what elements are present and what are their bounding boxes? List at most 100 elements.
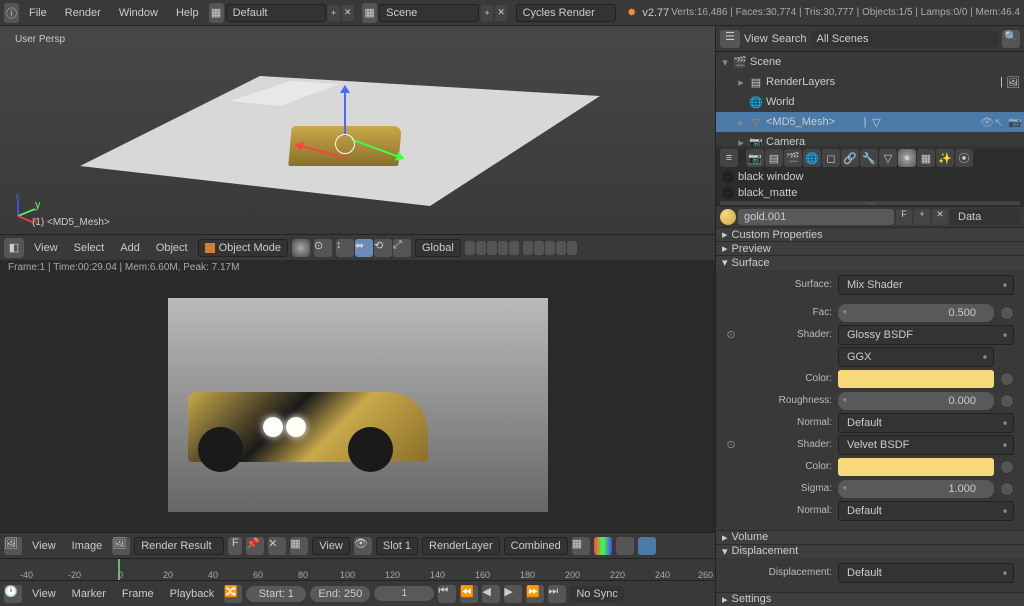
color-node-button[interactable]	[1000, 372, 1014, 386]
material-slot[interactable]: black window	[720, 169, 1020, 185]
sigma-slider[interactable]: 1.000	[838, 480, 994, 498]
view3d-menu-object[interactable]: Object	[150, 242, 194, 254]
outliner-menu-search[interactable]: Search	[772, 33, 807, 45]
view3d-menu-select[interactable]: Select	[68, 242, 111, 254]
list-grip[interactable]	[720, 201, 1020, 205]
shader1-distribution-dropdown[interactable]: GGX	[838, 347, 994, 367]
tree-row-renderlayers[interactable]: ▸▤RenderLayers|🖼	[716, 72, 1024, 92]
shader1-normal-dropdown[interactable]: Default	[838, 413, 1014, 433]
material-unlink-button[interactable]: ✕	[932, 209, 948, 225]
panel-displacement[interactable]: ▾Displacement	[716, 544, 1024, 558]
tab-render[interactable]: 📷	[746, 149, 764, 167]
pass-dropdown[interactable]: Combined	[504, 537, 568, 555]
shader2-color-swatch[interactable]	[838, 458, 994, 476]
keyframe-prev-button[interactable]: ⏪	[460, 585, 478, 603]
menu-help[interactable]: Help	[168, 7, 207, 19]
remove-layout-button[interactable]: ✕	[342, 5, 354, 21]
tab-texture[interactable]: ▦	[917, 149, 935, 167]
shader-socket-icon[interactable]: ⊙	[726, 328, 736, 341]
tab-particles[interactable]: ✨	[936, 149, 954, 167]
roughness-slider[interactable]: 0.000	[838, 392, 994, 410]
visibility-icon[interactable]: 👁	[980, 116, 992, 128]
channel-alpha-button[interactable]	[616, 537, 634, 555]
outliner-tree[interactable]: ▾🎬Scene ▸▤RenderLayers|🖼 🌐World ▸▽<MD5_M…	[716, 52, 1024, 146]
channel-rgba-button[interactable]: ▦	[572, 537, 590, 555]
view3d-menu-view[interactable]: View	[28, 242, 64, 254]
shader2-dropdown[interactable]: Velvet BSDF	[838, 435, 1014, 455]
slot-dropdown[interactable]: Slot 1	[376, 537, 418, 555]
displacement-dropdown[interactable]: Default	[838, 563, 1014, 583]
image-unlink-button[interactable]: ✕	[268, 537, 286, 555]
fac-slider[interactable]: 0.500	[838, 304, 994, 322]
remove-scene-button[interactable]: ✕	[495, 5, 507, 21]
manipulator-rotate[interactable]: ⟲	[374, 239, 392, 257]
panel-volume[interactable]: ▸Volume	[716, 530, 1024, 544]
tab-data[interactable]: ▽	[879, 149, 897, 167]
tab-material[interactable]: ●	[898, 149, 916, 167]
shading-button[interactable]	[292, 239, 310, 257]
viewport-editor-icon[interactable]: ◧	[4, 238, 24, 258]
shader1-dropdown[interactable]: Glossy BSDF	[838, 325, 1014, 345]
outliner-search-icon[interactable]: 🔍	[1002, 30, 1020, 48]
selectable-icon[interactable]: ↖	[994, 116, 1006, 128]
shader1-color-swatch[interactable]	[838, 370, 994, 388]
jump-end-button[interactable]: ⏭	[548, 585, 566, 603]
manipulator-translate[interactable]: ⬌	[355, 239, 373, 257]
layout-browse-icon[interactable]: ▦	[209, 3, 224, 23]
panel-surface[interactable]: ▾Surface	[716, 255, 1024, 269]
tab-world[interactable]: 🌐	[803, 149, 821, 167]
shader-socket-icon[interactable]: ⊙	[726, 438, 736, 451]
tab-constraints[interactable]: 🔗	[841, 149, 859, 167]
stereo-button[interactable]: 👁	[354, 537, 372, 555]
uv-icon[interactable]: ▦	[290, 537, 308, 555]
image-name-field[interactable]: Render Result	[134, 537, 224, 555]
image-browse-icon[interactable]: 🖼	[112, 537, 130, 555]
range-button[interactable]: 🔀	[224, 585, 242, 603]
add-scene-button[interactable]: +	[481, 5, 493, 21]
roughness-node-button[interactable]	[1000, 394, 1014, 408]
image-menu-view[interactable]: View	[26, 540, 62, 552]
manipulator-center[interactable]	[335, 134, 355, 154]
image-view-dropdown[interactable]: View	[312, 537, 350, 555]
tree-row-camera[interactable]: ▸📷Camera	[716, 132, 1024, 146]
panel-preview[interactable]: ▸Preview	[716, 241, 1024, 255]
renderable-icon[interactable]: 📷	[1008, 116, 1020, 128]
color-node-button[interactable]	[1000, 460, 1014, 474]
fac-node-button[interactable]	[1000, 306, 1014, 320]
timeline-menu-view[interactable]: View	[26, 588, 62, 600]
panel-custom-properties[interactable]: ▸Custom Properties	[716, 227, 1024, 241]
material-add-button[interactable]: +	[914, 209, 930, 225]
z-axis-arrow[interactable]	[344, 86, 346, 136]
tab-object[interactable]: ◻	[822, 149, 840, 167]
current-frame-field[interactable]: 1	[374, 586, 434, 601]
play-reverse-button[interactable]: ◀	[482, 585, 500, 603]
manipulator-toggle[interactable]: ↕	[336, 239, 354, 257]
scene-dropdown[interactable]: Scene	[379, 4, 479, 22]
channel-rgb-button[interactable]	[594, 537, 612, 555]
renderlayer-dropdown[interactable]: RenderLayer	[422, 537, 500, 555]
3d-viewport[interactable]: User Persp zyx (1) <MD5_Mesh>	[0, 26, 715, 234]
editor-type-icon[interactable]: ⓘ	[4, 3, 19, 23]
menu-file[interactable]: File	[21, 7, 55, 19]
keyframe-next-button[interactable]: ⏩	[526, 585, 544, 603]
image-editor[interactable]	[0, 278, 715, 532]
properties-editor-icon[interactable]: ≡	[720, 149, 738, 167]
fake-user-button[interactable]: F	[228, 537, 242, 555]
tree-row-mesh[interactable]: ▸▽<MD5_Mesh>|▽ 👁↖📷	[716, 112, 1024, 132]
manipulator-scale[interactable]: ⤢	[393, 239, 411, 257]
outliner-menu-view[interactable]: View	[744, 33, 768, 45]
surface-shader-dropdown[interactable]: Mix Shader	[838, 275, 1014, 295]
outliner-editor-icon[interactable]: ☰	[720, 30, 740, 48]
menu-window[interactable]: Window	[111, 7, 166, 19]
image-menu-image[interactable]: Image	[66, 540, 109, 552]
timeline-menu-playback[interactable]: Playback	[164, 588, 221, 600]
timeline-editor-icon[interactable]: 🕐	[4, 585, 22, 603]
material-name-field[interactable]: gold.001	[738, 209, 894, 225]
image-editor-icon[interactable]: 🖼	[4, 537, 22, 555]
outliner-filter-dropdown[interactable]: All Scenes	[811, 31, 998, 47]
tree-row-world[interactable]: 🌐World	[716, 92, 1024, 112]
menu-render[interactable]: Render	[57, 7, 109, 19]
tab-modifiers[interactable]: 🔧	[860, 149, 878, 167]
tab-renderlayers[interactable]: ▤	[765, 149, 783, 167]
fake-user-button[interactable]: F	[896, 209, 912, 225]
